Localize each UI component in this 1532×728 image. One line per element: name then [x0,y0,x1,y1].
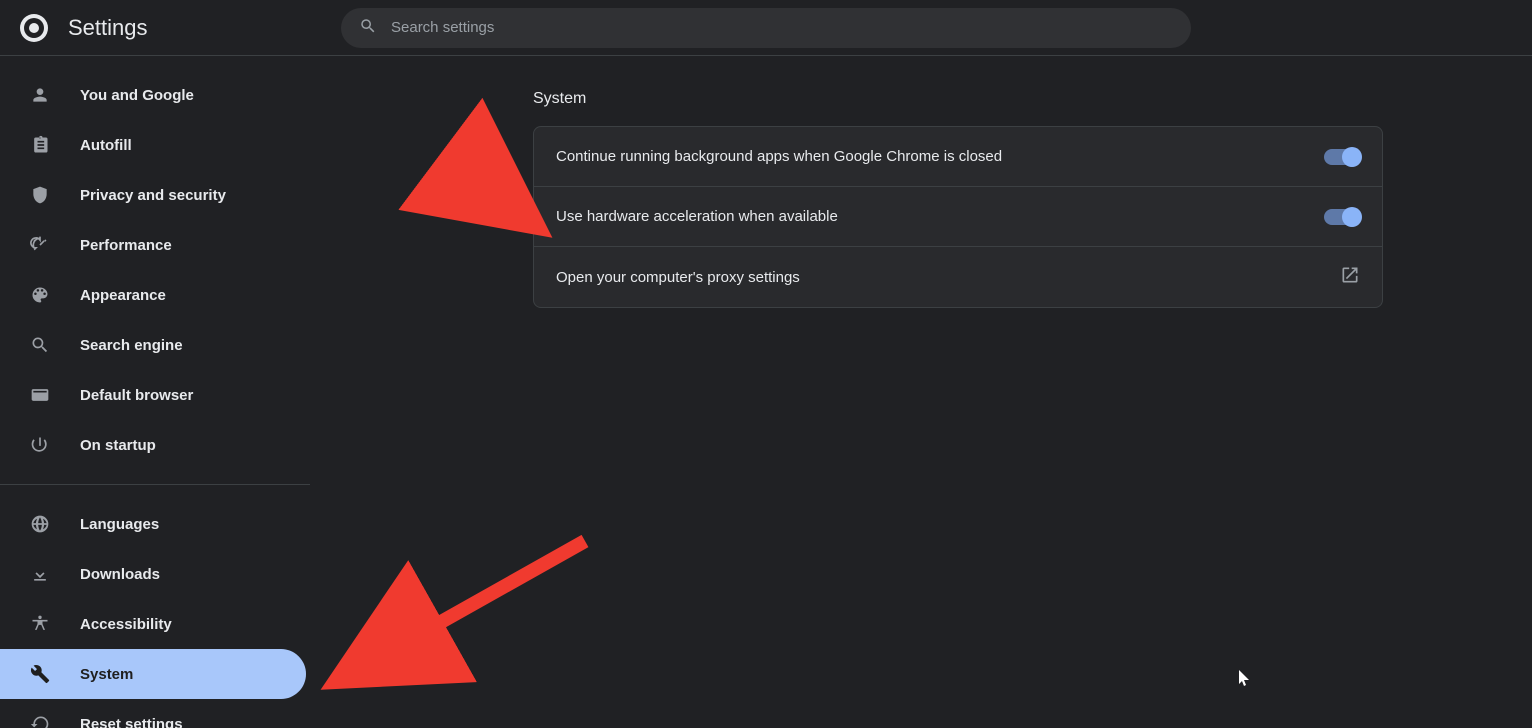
sidebar-item-label: Default browser [80,387,193,404]
sidebar-item-label: Search engine [80,337,183,354]
toggle-hardware-acceleration[interactable] [1324,209,1360,225]
search-box[interactable] [341,8,1191,48]
power-icon [28,435,52,455]
sidebar-item-downloads[interactable]: Downloads [0,549,306,599]
shield-icon [28,185,52,205]
row-proxy-settings[interactable]: Open your computer's proxy settings [534,247,1382,307]
sidebar-item-autofill[interactable]: Autofill [0,120,306,170]
wrench-icon [28,664,52,684]
annotation-arrow-2 [325,536,605,700]
download-icon [28,564,52,584]
reset-icon [28,714,52,728]
sidebar-item-performance[interactable]: Performance [0,220,306,270]
sidebar-item-label: Accessibility [80,616,172,633]
main-content: System Continue running background apps … [310,56,1532,728]
row-background-apps: Continue running background apps when Go… [534,127,1382,187]
chrome-logo-icon [20,14,48,42]
sidebar-item-languages[interactable]: Languages [0,499,306,549]
section-title: System [533,90,1383,108]
search-icon [28,335,52,355]
sidebar-item-label: Performance [80,237,172,254]
sidebar-item-system[interactable]: System [0,649,306,699]
settings-card: Continue running background apps when Go… [533,126,1383,308]
search-input[interactable] [391,19,1173,36]
clipboard-icon [28,135,52,155]
row-label: Open your computer's proxy settings [556,269,800,286]
sidebar-item-privacy-and-security[interactable]: Privacy and security [0,170,306,220]
toggle-background-apps[interactable] [1324,149,1360,165]
sidebar-item-appearance[interactable]: Appearance [0,270,306,320]
speed-icon [28,235,52,255]
sidebar-item-label: Languages [80,516,159,533]
sidebar-item-reset-settings[interactable]: Reset settings [0,699,306,728]
person-icon [28,85,52,105]
palette-icon [28,285,52,305]
header: Settings [0,0,1532,56]
accessibility-icon [28,614,52,634]
sidebar-item-on-startup[interactable]: On startup [0,420,306,470]
search-icon [359,17,377,39]
row-hardware-acceleration: Use hardware acceleration when available [534,187,1382,247]
sidebar-item-label: On startup [80,437,156,454]
sidebar-separator [0,484,310,485]
sidebar-item-default-browser[interactable]: Default browser [0,370,306,420]
sidebar-item-accessibility[interactable]: Accessibility [0,599,306,649]
sidebar-item-label: Downloads [80,566,160,583]
sidebar-item-label: Appearance [80,287,166,304]
sidebar: You and Google Autofill Privacy and secu… [0,56,310,728]
sidebar-item-search-engine[interactable]: Search engine [0,320,306,370]
page-title: Settings [68,15,148,41]
globe-icon [28,514,52,534]
sidebar-item-label: Reset settings [80,716,183,728]
sidebar-item-label: Privacy and security [80,187,226,204]
browser-icon [28,385,52,405]
sidebar-item-you-and-google[interactable]: You and Google [0,70,306,120]
sidebar-item-label: You and Google [80,87,194,104]
row-label: Continue running background apps when Go… [556,148,1002,165]
sidebar-item-label: System [80,666,133,683]
external-link-icon [1340,265,1360,289]
sidebar-item-label: Autofill [80,137,132,154]
row-label: Use hardware acceleration when available [556,208,838,225]
